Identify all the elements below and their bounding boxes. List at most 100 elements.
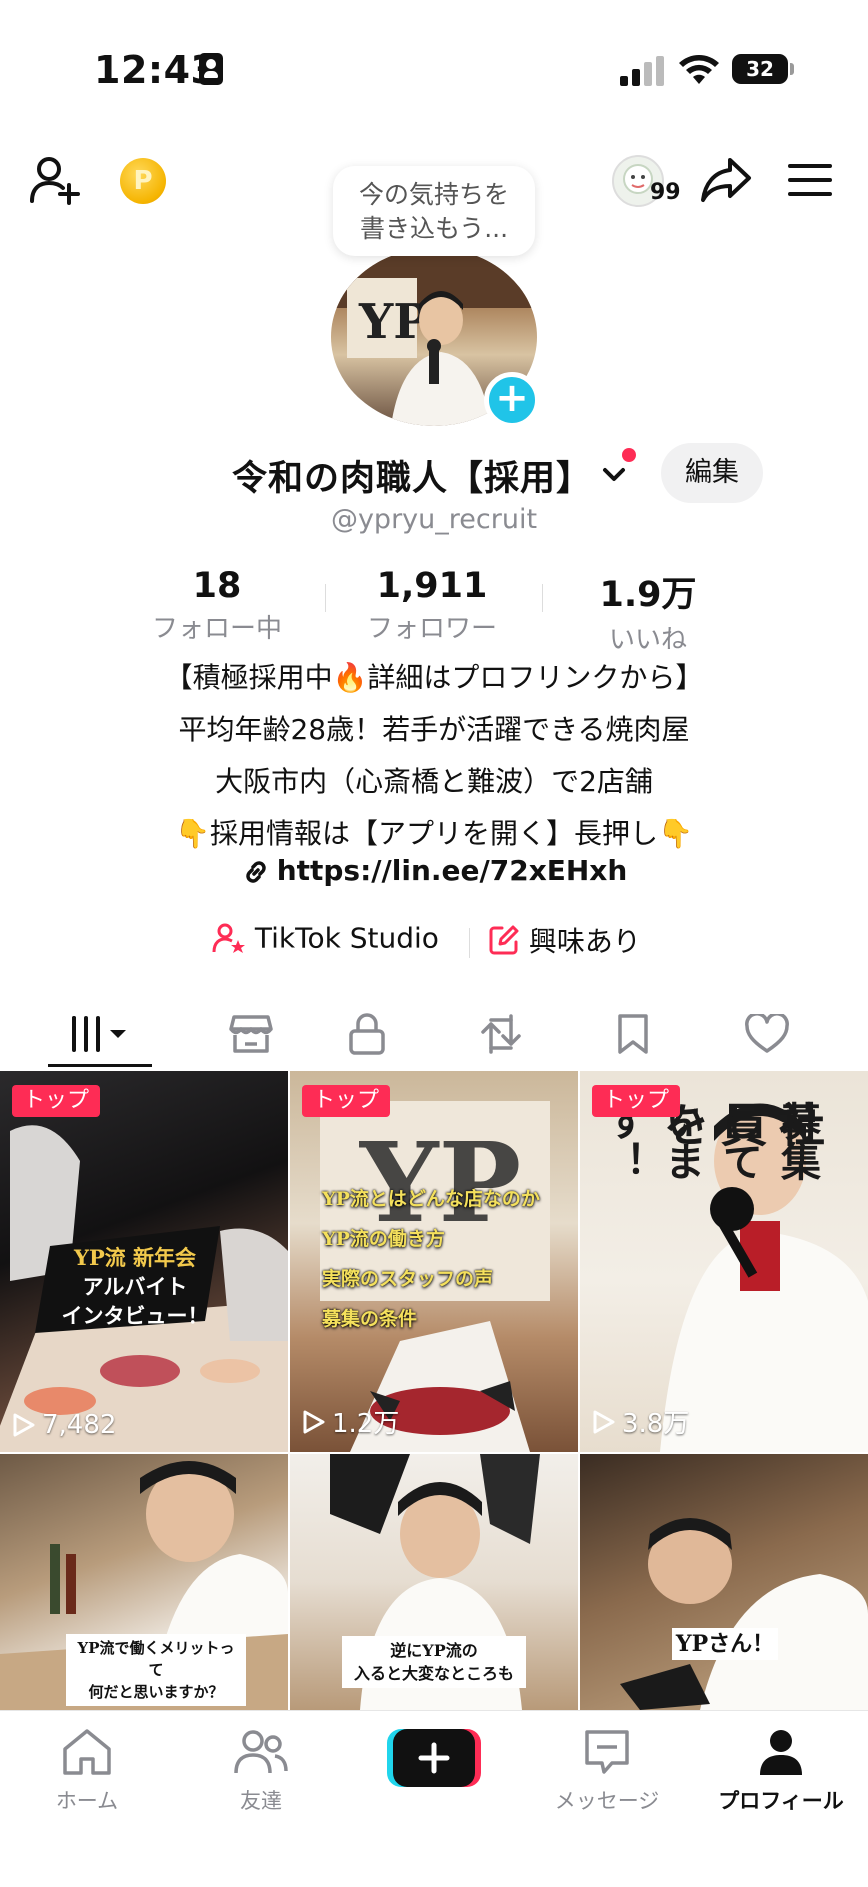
tab-reposts[interactable]	[436, 998, 566, 1070]
video-thumbnail[interactable]: YP YP流とはどんな店なのか YP流の働き方 実際のスタッフの声 募集の条件 …	[290, 1071, 578, 1452]
menu-button[interactable]	[786, 160, 834, 200]
create-video-button[interactable]	[387, 1729, 481, 1787]
wifi-icon	[679, 55, 719, 84]
mood-note-bubble[interactable]: 今の気持ちを書き込もう...	[333, 166, 535, 256]
display-name: 令和の肉職人【採用】	[232, 459, 593, 499]
view-count: 3.8万	[592, 1403, 689, 1440]
add-user-icon	[30, 157, 80, 205]
view-count: 1.2万	[302, 1403, 399, 1440]
interest-link[interactable]: 興味あり	[488, 920, 641, 964]
tab-bookmarks[interactable]	[568, 998, 698, 1070]
share-profile-button[interactable]	[698, 152, 754, 208]
video-caption: YP流で働くメリットって 何だと思いますか？	[66, 1634, 246, 1706]
battery-indicator: 32	[732, 54, 788, 84]
nav-home[interactable]: ホーム	[12, 1727, 162, 1815]
stat-divider	[542, 584, 543, 612]
nav-friends[interactable]: 友達	[186, 1727, 336, 1815]
bio-link[interactable]: https://lin.ee/72xEHxh	[0, 854, 868, 887]
caption-line: 何だと思いますか？	[88, 1683, 224, 1701]
video-scene-illustration	[620, 1518, 868, 1710]
profile-person-icon	[760, 1730, 802, 1775]
caption-line: 逆にYP流の	[390, 1641, 478, 1660]
nav-messages[interactable]: メッセージ	[532, 1727, 682, 1815]
hamburger-menu-icon	[788, 164, 832, 196]
view-count-value: 7,482	[42, 1410, 117, 1440]
video-caption: 逆にYP流の 入ると大変なところも	[342, 1636, 526, 1688]
interest-label: 興味あり	[528, 925, 641, 958]
tab-shop[interactable]	[186, 998, 316, 1070]
nav-friends-label: 友達	[240, 1789, 282, 1813]
likes-label: いいね	[608, 625, 687, 655]
video-thumbnail[interactable]: YPさん！	[580, 1454, 868, 1710]
caption-line: YPさん！	[675, 1631, 775, 1657]
pinned-top-badge: トップ	[12, 1085, 101, 1117]
profile-tabs	[0, 998, 868, 1070]
coin-icon: P	[133, 166, 153, 196]
play-icon	[13, 1413, 35, 1437]
link-chain-icon	[245, 861, 266, 883]
video-caption: YP流とはどんな店なのか YP流の働き方 実際のスタッフの声 募集の条件	[322, 1179, 562, 1339]
video-thumbnail[interactable]: 社員を 募集しています！ トップ 3.8万	[580, 1071, 868, 1452]
tiktok-studio-link[interactable]: TikTok Studio	[212, 920, 439, 964]
tab-videos[interactable]	[36, 998, 166, 1070]
plus-icon: +	[495, 375, 529, 421]
bio-line: 👇採用情報は【アプリを開く】長押し👇	[175, 817, 693, 850]
svg-text:YP: YP	[358, 294, 429, 350]
contact-card-icon	[199, 53, 223, 85]
shop-icon	[229, 1015, 273, 1053]
caption-line: YP流で働くメリットって	[77, 1639, 235, 1679]
pinned-top-badge: トップ	[592, 1085, 681, 1117]
friends-icon	[234, 1730, 288, 1774]
video-thumbnail[interactable]: YP流で働くメリットって 何だと思いますか？	[0, 1454, 288, 1710]
nav-profile[interactable]: プロフィール	[706, 1727, 856, 1815]
nav-profile-label: プロフィール	[718, 1789, 844, 1813]
battery-cap	[790, 63, 794, 75]
video-thumbnail[interactable]: YP流 新年会 アルバイト インタビュー！ トップ 7,482	[0, 1071, 288, 1452]
following-label: フォロー中	[151, 614, 282, 644]
share-arrow-icon	[701, 158, 751, 202]
video-caption: YP流 新年会 アルバイト インタビュー！	[50, 1243, 220, 1330]
tab-liked[interactable]	[702, 998, 832, 1070]
caption-line: YP流の働き方	[322, 1228, 445, 1250]
add-story-button[interactable]: +	[484, 372, 540, 428]
likes-stat[interactable]: 1.9万 いいね	[558, 566, 738, 656]
coin-rewards-button[interactable]: P	[120, 158, 166, 204]
caption-line: アルバイト	[82, 1274, 188, 1299]
chevron-down-icon[interactable]	[600, 460, 628, 488]
pinned-top-badge: トップ	[302, 1085, 391, 1117]
video-thumbnail[interactable]: 逆にYP流の 入ると大変なところも	[290, 1454, 578, 1710]
repost-icon	[481, 1014, 521, 1054]
bio-line: 【積極採用中🔥詳細はプロフリンクから】	[164, 661, 704, 694]
videos-grid-icon	[72, 1016, 126, 1052]
username-handle: @ypryu_recruit	[330, 504, 538, 535]
edit-note-icon	[489, 925, 519, 955]
edit-profile-button[interactable]: 編集	[661, 443, 763, 503]
caption-line: YP流とはどんな店なのか	[322, 1188, 540, 1210]
bio-line: 平均年齢28歳！若手が活躍できる焼肉屋	[178, 713, 690, 746]
caption-line: YP流 新年会	[73, 1245, 197, 1270]
private-lock-icon	[349, 1013, 385, 1055]
bio-link-url[interactable]: https://lin.ee/72xEHxh	[277, 854, 628, 887]
followers-label: フォロワー	[366, 614, 497, 644]
view-count: 7,482	[12, 1410, 116, 1440]
view-count-value: 1.2万	[332, 1409, 400, 1439]
bio-text: 【積極採用中🔥詳細はプロフリンクから】 平均年齢28歳！若手が活躍できる焼肉屋 …	[0, 652, 868, 860]
play-icon	[303, 1410, 325, 1433]
bookmark-icon	[618, 1014, 648, 1054]
tiktok-studio-label: TikTok Studio	[254, 921, 439, 955]
create-plus-icon	[387, 1729, 481, 1787]
add-friend-button[interactable]	[26, 152, 84, 210]
home-icon	[63, 1729, 111, 1775]
followers-stat[interactable]: 1,911 フォロワー	[342, 566, 522, 645]
caption-line: 募集の条件	[322, 1308, 418, 1330]
following-stat[interactable]: 18 フォロー中	[127, 566, 307, 645]
notification-dot	[622, 448, 636, 462]
heart-icon	[745, 1014, 789, 1053]
bio-line: 大阪市内（心斎橋と難波）で2店舗	[215, 765, 653, 798]
stat-divider	[325, 584, 326, 612]
nav-messages-label: メッセージ	[554, 1789, 660, 1813]
quick-link-divider	[469, 928, 470, 958]
message-icon	[585, 1730, 629, 1774]
caption-line: 実際のスタッフの声	[322, 1268, 494, 1290]
tab-private[interactable]	[302, 998, 432, 1070]
